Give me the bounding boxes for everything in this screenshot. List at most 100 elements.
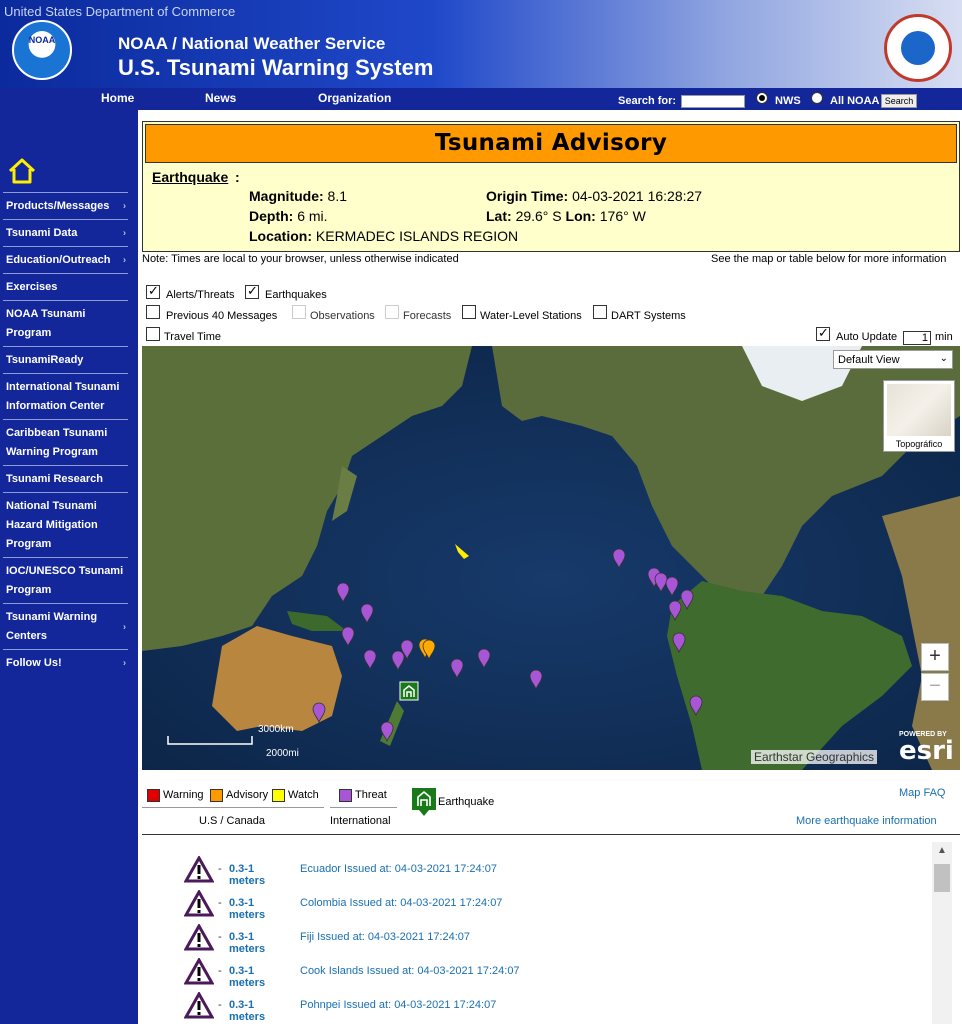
legend-warning-label: Warning (163, 789, 204, 801)
magnitude-label: Magnitude: (249, 188, 324, 204)
chevron-down-icon: ⌄ (939, 353, 948, 364)
sidebar-item-label: Products/Messages (6, 200, 110, 212)
view-select[interactable]: Default View ⌄ (833, 350, 953, 369)
search-input[interactable] (681, 95, 745, 108)
threat-warning-icon (184, 958, 214, 985)
sidebar-item-education-outreach[interactable]: Education/Outreach › (3, 246, 128, 273)
threat-details[interactable]: Pohnpei Issued at: 04-03-2021 17:24:07 (300, 999, 496, 1011)
sidebar-item-label: Follow Us! (6, 657, 62, 669)
sidebar-item-national-tsunami-hazard-mitigation-program[interactable]: National Tsunami Hazard Mitigation Progr… (3, 492, 128, 557)
tsunami-map[interactable]: Default View ⌄ Topográfico + − 3000km 200… (142, 346, 960, 770)
travel-time-label: Travel Time (164, 331, 222, 343)
legend-warning-swatch (147, 789, 160, 802)
threat-list-scrollbar[interactable]: ▲ (932, 842, 952, 1024)
auto-update-minutes-input[interactable]: 1 (903, 331, 931, 345)
threat-details[interactable]: Colombia Issued at: 04-03-2021 17:24:07 (300, 897, 502, 909)
legend-threat-label: Threat (355, 789, 387, 801)
noaa-logo[interactable]: NOAA (12, 20, 72, 80)
legend-divider-us (142, 807, 324, 808)
nws-logo[interactable] (884, 14, 952, 82)
magnitude-value: 8.1 (327, 188, 348, 204)
threat-list: -0.3-1 meters Ecuador Issued at: 04-03-20… (142, 842, 932, 1024)
location-field: Location: KERMADEC ISLANDS REGION (249, 228, 518, 244)
threat-place: Fiji (300, 931, 315, 943)
dart-checkbox[interactable] (593, 305, 607, 319)
radio-nws[interactable] (756, 92, 768, 104)
observations-checkbox[interactable] (292, 305, 306, 319)
nav-organization[interactable]: Organization (318, 91, 391, 105)
threat-dash: - (218, 863, 222, 875)
threat-place: Pohnpei (300, 999, 341, 1011)
sidebar-item-tsunamiready[interactable]: TsunamiReady (3, 346, 128, 373)
sidebar-item-international-tsunami-information-center[interactable]: International Tsunami Information Center (3, 373, 128, 419)
sidebar-item-follow-us[interactable]: Follow Us! › (3, 649, 128, 676)
earthquakes-checkbox[interactable] (245, 283, 259, 299)
zoom-out-button[interactable]: − (921, 673, 949, 701)
forecasts-label: Forecasts (403, 310, 452, 322)
threat-details[interactable]: Cook Islands Issued at: 04-03-2021 17:24… (300, 965, 520, 977)
sidebar-item-label: National Tsunami Hazard Mitigation Progr… (6, 500, 98, 550)
sidebar-item-tsunami-data[interactable]: Tsunami Data › (3, 219, 128, 246)
threat-amount[interactable]: 0.3-1 meters (229, 863, 265, 887)
search-button[interactable]: Search (881, 94, 917, 108)
travel-time-checkbox[interactable] (146, 327, 160, 341)
sidebar-item-label: TsunamiReady (6, 354, 84, 366)
sidebar-item-label: IOC/UNESCO Tsunami Program (6, 565, 124, 596)
earthquake-legend-icon (412, 788, 436, 816)
search-label: Search for: (618, 95, 677, 107)
previous-messages-label: Previous 40 Messages (166, 310, 278, 322)
sidebar-item-ioc-unesco-tsunami-program[interactable]: IOC/UNESCO Tsunami Program (3, 557, 128, 603)
department-label: United States Department of Commerce (4, 4, 236, 19)
zoom-in-button[interactable]: + (921, 643, 949, 671)
top-nav: Home News Organization Search for: NWS A… (0, 88, 962, 110)
sidebar-item-noaa-tsunami-program[interactable]: NOAA Tsunami Program (3, 300, 128, 346)
threat-warning-icon (184, 924, 214, 951)
threat-issued: Issued at: 04-03-2021 17:24:07 (343, 999, 497, 1011)
alerts-threats-label: Alerts/Threats (166, 289, 235, 301)
threat-warning-icon (184, 992, 214, 1019)
map-faq-link[interactable]: Map FAQ (899, 787, 945, 799)
nav-news[interactable]: News (205, 91, 236, 105)
water-level-label: Water-Level Stations (480, 310, 582, 322)
previous-messages-checkbox[interactable] (146, 305, 160, 319)
sidebar-item-tsunami-warning-centers[interactable]: Tsunami Warning Centers › (3, 603, 128, 649)
scroll-thumb[interactable] (934, 864, 950, 892)
radio-all-noaa[interactable] (811, 92, 823, 104)
threat-place: Colombia (300, 897, 347, 909)
nav-home[interactable]: Home (101, 91, 134, 105)
map-canvas[interactable] (142, 346, 960, 770)
auto-update-checkbox[interactable] (816, 325, 830, 341)
sidebar-item-products-messages[interactable]: Products/Messages › (3, 192, 128, 219)
sidebar-item-caribbean-tsunami-warning-program[interactable]: Caribbean Tsunami Warning Program (3, 419, 128, 465)
see-map-note: See the map or table below for more info… (711, 253, 947, 265)
scale-km: 3000km (258, 724, 294, 735)
earthquake-heading[interactable]: Earthquake (152, 169, 228, 185)
threat-amount[interactable]: 0.3-1 meters (229, 931, 265, 955)
advisory-panel: Tsunami Advisory Earthquake : Magnitude:… (142, 121, 960, 252)
sidebar-item-tsunami-research[interactable]: Tsunami Research (3, 465, 128, 492)
threat-details[interactable]: Fiji Issued at: 04-03-2021 17:24:07 (300, 931, 470, 943)
sidebar-menu: Products/Messages › Tsunami Data › Education… (3, 192, 128, 676)
water-level-checkbox[interactable] (462, 305, 476, 319)
home-icon[interactable] (8, 158, 36, 184)
threat-details[interactable]: Ecuador Issued at: 04-03-2021 17:24:07 (300, 863, 497, 875)
threat-amount[interactable]: 0.3-1 meters (229, 897, 265, 921)
threat-amount[interactable]: 0.3-1 meters (229, 999, 265, 1023)
scroll-up-icon[interactable]: ▲ (932, 842, 952, 860)
legend-us-canada: U.S / Canada (199, 815, 266, 827)
earthquake-heading-colon: : (235, 169, 240, 185)
threat-issued: Issued at: 04-03-2021 17:24:07 (366, 965, 520, 977)
view-select-value: Default View (838, 354, 900, 366)
basemap-toggle[interactable]: Topográfico (883, 380, 955, 452)
more-earthquake-info-link[interactable]: More earthquake information (796, 815, 937, 827)
sidebar-item-exercises[interactable]: Exercises (3, 273, 128, 300)
section-divider (142, 834, 960, 835)
threat-issued: Issued at: 04-03-2021 17:24:07 (349, 897, 503, 909)
threat-amount[interactable]: 0.3-1 meters (229, 965, 265, 989)
earthquake-marker[interactable] (399, 681, 419, 701)
sidebar-item-label: Exercises (6, 281, 58, 293)
earthquakes-label: Earthquakes (265, 289, 327, 301)
forecasts-checkbox[interactable] (385, 305, 399, 319)
legend-divider-intl (330, 807, 397, 808)
alerts-threats-checkbox[interactable] (146, 283, 160, 299)
